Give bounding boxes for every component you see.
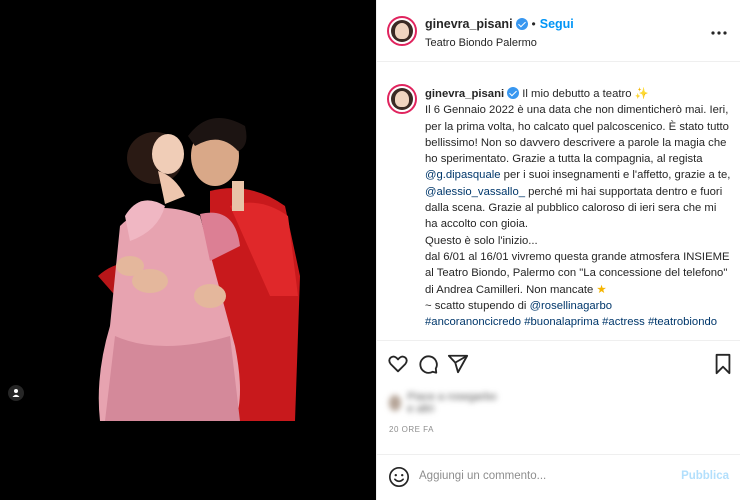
- avatar[interactable]: [387, 16, 417, 46]
- verified-icon: [507, 87, 520, 99]
- publish-button[interactable]: Pubblica: [681, 470, 729, 482]
- caption-text: per i suoi insegnamenti e l'affetto, gra…: [500, 169, 731, 182]
- share-icon[interactable]: [447, 353, 469, 375]
- likes-text: Piace a rosegarbo e altri: [407, 391, 497, 415]
- post-timestamp: 20 ORE FA: [389, 425, 434, 434]
- tag-user-icon[interactable]: [8, 385, 24, 401]
- liker-avatar: [389, 395, 402, 411]
- mention-link[interactable]: @alessio_vassallo_: [425, 186, 525, 198]
- follow-button[interactable]: Segui: [540, 17, 574, 31]
- caption-text: dal 6/01 al 16/01 vivremo questa grande …: [425, 250, 730, 296]
- star-emoji: ★: [596, 283, 607, 296]
- action-bar: [377, 340, 740, 388]
- post-photo: [98, 118, 300, 421]
- header-username[interactable]: ginevra_pisani: [425, 17, 513, 31]
- comment-input[interactable]: [419, 470, 669, 482]
- heart-icon[interactable]: [387, 353, 409, 375]
- hashtag-link[interactable]: #ancoranoncicredo: [425, 316, 521, 328]
- hashtag-link[interactable]: #teatrobiondo: [648, 316, 717, 328]
- separator-dot: •: [531, 17, 536, 31]
- more-icon[interactable]: [711, 22, 727, 40]
- caption-text: Il 6 Gennaio 2022 è una data che non dim…: [425, 104, 729, 166]
- comment-icon[interactable]: [417, 353, 439, 375]
- caption-username[interactable]: ginevra_pisani: [425, 88, 504, 100]
- post-sidebar: ginevra_pisani • Segui Teatro Biondo Paler…: [376, 0, 740, 500]
- caption-text: Questo è solo l'inizio...: [425, 234, 538, 247]
- emoji-icon[interactable]: [388, 466, 410, 488]
- verified-icon: [515, 18, 528, 30]
- caption-headline: Il mio debutto a teatro: [522, 88, 632, 100]
- caption-text: ~ scatto stupendo di: [425, 299, 530, 312]
- post-media[interactable]: [0, 0, 376, 500]
- hashtag-link[interactable]: #buonalaprima: [524, 316, 599, 328]
- post-caption: ginevra_pisani Il mio debutto a teatro ✨…: [377, 76, 740, 328]
- sparkle-emoji: ✨: [634, 88, 649, 100]
- mention-link[interactable]: @rosellinagarbo: [530, 300, 612, 312]
- mention-link[interactable]: @g.dipasquale: [425, 169, 501, 181]
- comment-bar: Pubblica: [377, 454, 740, 500]
- likes-summary[interactable]: Piace a rosegarbo e altri: [389, 391, 499, 415]
- bookmark-icon[interactable]: [712, 353, 734, 375]
- post-location[interactable]: Teatro Biondo Palermo: [425, 37, 537, 49]
- hashtag-link[interactable]: #actress: [602, 316, 645, 328]
- post-header: ginevra_pisani • Segui Teatro Biondo Paler…: [377, 0, 740, 62]
